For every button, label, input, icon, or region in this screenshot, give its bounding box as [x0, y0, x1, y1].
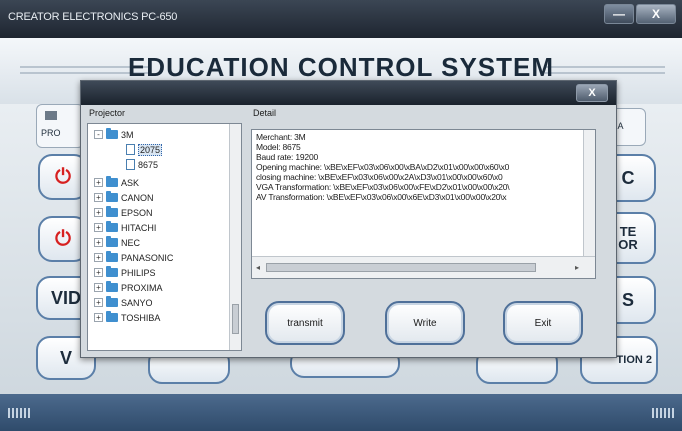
tree-node-hitachi[interactable]: + HITACHI: [94, 221, 156, 234]
folder-icon: [45, 111, 57, 120]
expand-icon[interactable]: +: [94, 208, 103, 217]
detail-merchant: Merchant: 3M: [256, 132, 306, 142]
detail-horizontal-scrollbar[interactable]: ◂ ▸: [252, 256, 595, 278]
right-button-3-label: S: [621, 289, 634, 310]
exit-button[interactable]: Exit: [503, 301, 583, 345]
folder-icon: [106, 266, 118, 277]
projector-tab[interactable]: PRO: [36, 104, 84, 148]
close-button[interactable]: X: [636, 4, 676, 24]
folder-icon: [106, 281, 118, 292]
projector-group-label: Projector: [89, 108, 126, 118]
tree-node-epson[interactable]: + EPSON: [94, 206, 153, 219]
transmit-button-label: transmit: [287, 317, 323, 329]
minimize-button[interactable]: —: [604, 4, 634, 24]
expand-icon[interactable]: +: [94, 223, 103, 232]
detail-textbox[interactable]: Merchant: 3M Model: 8675 Baud rate: 1920…: [251, 129, 596, 279]
right-button-1-label: C: [621, 167, 635, 188]
detail-model: Model: 8675: [256, 142, 301, 152]
tree-node-canon[interactable]: + CANON: [94, 191, 154, 204]
expand-icon[interactable]: +: [94, 193, 103, 202]
scroll-right-icon[interactable]: ▸: [575, 263, 579, 272]
detail-vertical-scrollbar[interactable]: [583, 130, 595, 256]
detail-vga-code: VGA Transformation: \xBE\xEF\x03\x06\x00…: [256, 182, 510, 192]
projector-tree[interactable]: - 3M 2075 8675 + ASK + CANON + EPSON + H…: [87, 123, 242, 351]
write-button-label: Write: [413, 317, 437, 329]
dialog-close-button[interactable]: X: [576, 84, 608, 102]
folder-icon: [106, 221, 118, 232]
expand-icon[interactable]: +: [94, 298, 103, 307]
video-button-label: VID: [50, 287, 81, 308]
detail-closing-code: closing machine: \xBE\xEF\x03\x06\x00\x2…: [256, 172, 503, 182]
projector-dialog: X Projector Detail - 3M 2075 8675 + ASK: [80, 80, 617, 358]
folder-icon: [106, 236, 118, 247]
write-button[interactable]: Write: [385, 301, 465, 345]
tree-node-ask[interactable]: + ASK: [94, 176, 139, 189]
projector-tab-label: PRO: [41, 128, 61, 138]
folder-icon: [106, 191, 118, 202]
tree-scroll-thumb[interactable]: [232, 304, 239, 334]
window-title: CREATOR ELECTRONICS PC-650: [8, 11, 178, 23]
detail-baud-rate: Baud rate: 19200: [256, 152, 319, 162]
tree-node-sanyo[interactable]: + SANYO: [94, 296, 153, 309]
status-indicator-left: [8, 408, 30, 418]
tree-node-panasonic[interactable]: + PANASONIC: [94, 251, 173, 264]
transmit-button[interactable]: transmit: [265, 301, 345, 345]
expand-icon[interactable]: +: [94, 268, 103, 277]
tree-node-toshiba[interactable]: + TOSHIBA: [94, 311, 160, 324]
expand-icon[interactable]: +: [94, 253, 103, 262]
file-icon: [126, 144, 135, 155]
detail-group-label: Detail: [253, 108, 277, 118]
exit-button-label: Exit: [534, 317, 552, 329]
detail-opening-code: Opening machine: \xBE\xEF\x03\x06\x00\xB…: [256, 162, 510, 172]
window-controls: — X: [604, 4, 676, 24]
detail-scroll-thumb[interactable]: [266, 263, 536, 272]
file-icon: [126, 159, 135, 170]
app-heading: EDUCATION CONTROL SYSTEM: [127, 52, 555, 82]
expand-icon[interactable]: +: [94, 178, 103, 187]
vga-button-label: V: [59, 347, 72, 368]
folder-icon: [106, 128, 118, 139]
expand-icon[interactable]: +: [94, 313, 103, 322]
tree-node-philips[interactable]: + PHILIPS: [94, 266, 156, 279]
right-button-2-label-line2: OR: [618, 237, 638, 252]
tree-node-2075[interactable]: 2075: [126, 143, 163, 156]
tree-node-8675[interactable]: 8675: [126, 158, 158, 171]
tree-node-3m[interactable]: - 3M: [94, 128, 134, 141]
folder-icon: [106, 176, 118, 187]
expand-icon[interactable]: +: [94, 238, 103, 247]
folder-icon: [106, 206, 118, 217]
right-button-4-label: TION 2: [616, 354, 652, 366]
folder-icon: [106, 251, 118, 262]
title-bar: CREATOR ELECTRONICS PC-650 — X: [0, 0, 682, 38]
folder-icon: [106, 311, 118, 322]
dialog-body: Projector Detail - 3M 2075 8675 + ASK + …: [81, 105, 616, 357]
tree-node-nec[interactable]: + NEC: [94, 236, 140, 249]
power-icon: ⏻: [55, 227, 71, 250]
scroll-left-icon[interactable]: ◂: [256, 263, 260, 272]
expand-icon[interactable]: +: [94, 283, 103, 292]
detail-av-code: AV Transformation: \xBE\xEF\x03\x06\x00\…: [256, 192, 507, 202]
power-icon: ⏻: [55, 165, 71, 188]
folder-icon: [106, 296, 118, 307]
tree-node-proxima[interactable]: + PROXIMA: [94, 281, 163, 294]
tree-scrollbar[interactable]: [229, 124, 241, 350]
status-bar: [0, 394, 682, 431]
status-indicator-right: [652, 408, 674, 418]
collapse-icon[interactable]: -: [94, 130, 103, 139]
dialog-title-bar: X: [81, 81, 616, 105]
